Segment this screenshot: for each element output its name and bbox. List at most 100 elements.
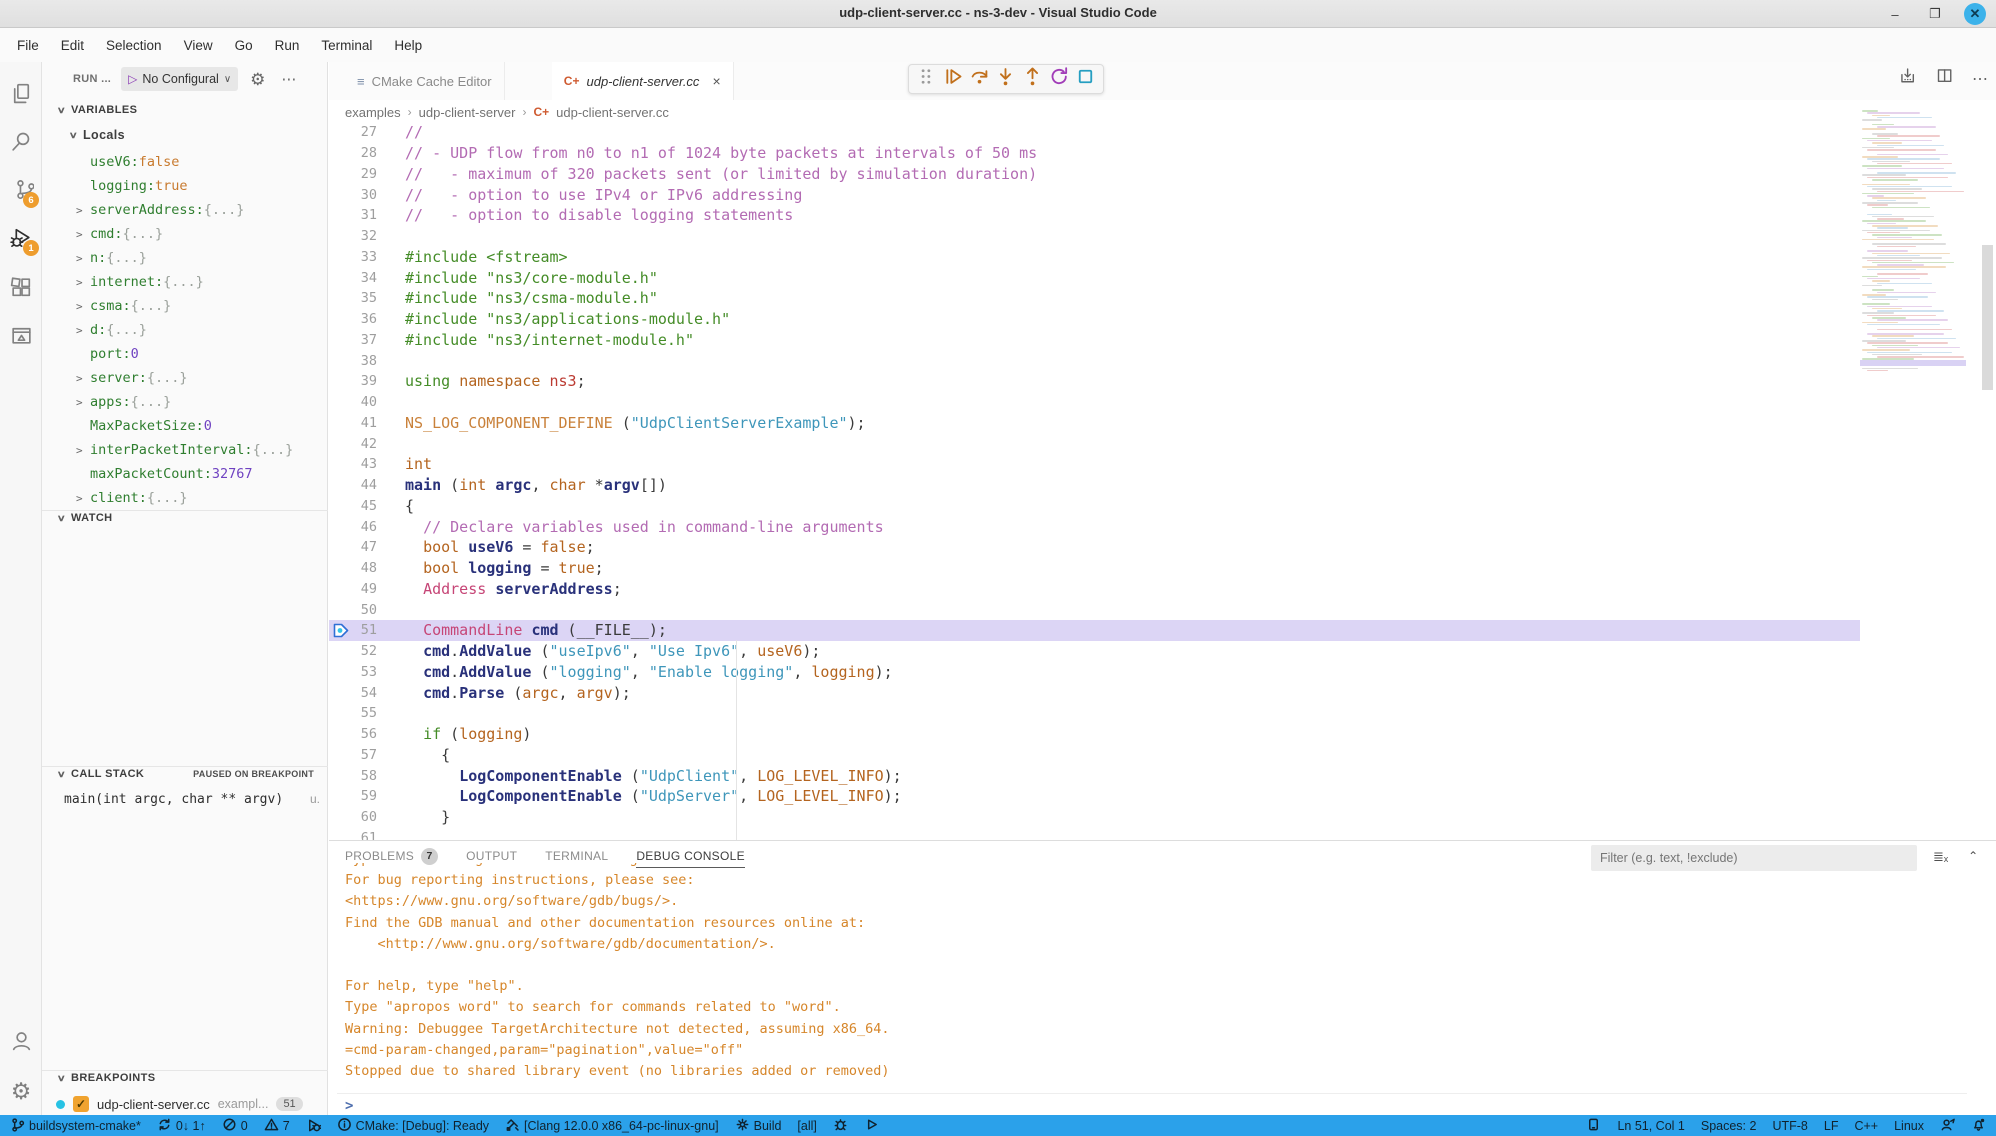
code-line[interactable]: 29// - maximum of 320 packets sent (or l… xyxy=(329,164,1860,185)
code-line[interactable]: 36#include "ns3/applications-module.h" xyxy=(329,309,1860,330)
debug-step-over-icon[interactable] xyxy=(968,65,991,93)
breadcrumb-item[interactable]: examples xyxy=(345,105,401,120)
code-line[interactable]: 39using namespace ns3; xyxy=(329,371,1860,392)
code-line[interactable]: 42 xyxy=(329,433,1860,454)
split-editor-icon[interactable] xyxy=(1935,66,1956,92)
menu-terminal[interactable]: Terminal xyxy=(310,32,383,59)
variable-row[interactable]: useV6: false xyxy=(42,150,328,174)
debug-stop-icon[interactable] xyxy=(1074,65,1097,93)
variable-row[interactable]: >d: {...} xyxy=(42,318,328,342)
variable-row[interactable]: >csma: {...} xyxy=(42,294,328,318)
line-number[interactable]: 58 xyxy=(329,768,405,784)
code-line[interactable]: 54 cmd.Parse (argc, argv); xyxy=(329,682,1860,703)
code-line[interactable]: 55 xyxy=(329,703,1860,724)
line-number[interactable]: 61 xyxy=(329,830,405,840)
code-line[interactable]: 53 cmd.AddValue ("logging", "Enable logg… xyxy=(329,662,1860,683)
line-number[interactable]: 49 xyxy=(329,581,405,597)
activity-search-icon[interactable] xyxy=(0,118,42,164)
line-number[interactable]: 55 xyxy=(329,705,405,721)
debug-step-out-icon[interactable] xyxy=(1021,65,1044,93)
line-number[interactable]: 41 xyxy=(329,415,405,431)
breakpoint-checkbox[interactable]: ✓ xyxy=(73,1096,89,1112)
line-number[interactable]: 31 xyxy=(329,207,405,223)
line-number[interactable]: 44 xyxy=(329,477,405,493)
line-number[interactable]: 54 xyxy=(329,685,405,701)
line-number[interactable]: 48 xyxy=(329,560,405,576)
stack-frame-row[interactable]: main(int argc, char ** argv) u. xyxy=(64,792,320,807)
code-line[interactable]: 48 bool logging = true; xyxy=(329,558,1860,579)
status-tools[interactable]: [Clang 12.0.0 x86_64-pc-linux-gnu] xyxy=(505,1117,719,1135)
code-line[interactable]: 35#include "ns3/csma-module.h" xyxy=(329,288,1860,309)
breakpoints-section-header[interactable]: ∨ BREAKPOINTS xyxy=(58,1072,155,1084)
status-tablet[interactable] xyxy=(1586,1117,1601,1135)
variable-row[interactable]: >interPacketInterval: {...} xyxy=(42,438,328,462)
line-number[interactable]: 53 xyxy=(329,664,405,680)
activity-explorer-icon[interactable] xyxy=(0,70,42,116)
code-line[interactable]: 37#include "ns3/internet-module.h" xyxy=(329,330,1860,351)
status-lf[interactable]: LF xyxy=(1824,1119,1839,1133)
tab-cmake-cache-editor[interactable]: ≡CMake Cache Editor xyxy=(345,62,505,100)
code-line[interactable]: 32 xyxy=(329,226,1860,247)
status-linux[interactable]: Linux xyxy=(1894,1119,1924,1133)
clear-console-icon[interactable]: ≣ₓ xyxy=(1933,849,1948,866)
tab-udp-client-server-cc[interactable]: C+udp-client-server.cc× xyxy=(552,62,734,100)
line-number[interactable]: 40 xyxy=(329,394,405,410)
minimap[interactable] xyxy=(1860,110,1966,590)
activity-source-control-icon[interactable]: 6 xyxy=(0,166,42,212)
variable-row[interactable]: >n: {...} xyxy=(42,246,328,270)
status-branch[interactable]: buildsystem-cmake* xyxy=(10,1117,141,1135)
line-number[interactable]: 37 xyxy=(329,332,405,348)
line-number[interactable]: 33 xyxy=(329,249,405,265)
status-c++[interactable]: C++ xyxy=(1854,1119,1878,1133)
code-line[interactable]: 45{ xyxy=(329,496,1860,517)
code-line[interactable]: 34#include "ns3/core-module.h" xyxy=(329,267,1860,288)
variable-row[interactable]: >apps: {...} xyxy=(42,390,328,414)
line-number[interactable]: 47 xyxy=(329,539,405,555)
line-number[interactable]: 50 xyxy=(329,602,405,618)
menu-view[interactable]: View xyxy=(173,32,224,59)
code-line[interactable]: 33#include <fstream> xyxy=(329,247,1860,268)
line-number[interactable]: 30 xyxy=(329,187,405,203)
line-number[interactable]: 46 xyxy=(329,519,405,535)
breakpoint-row[interactable]: ✓ udp-client-server.cc exampl... 51 xyxy=(56,1093,320,1115)
status-utf-8[interactable]: UTF-8 xyxy=(1772,1119,1807,1133)
variable-row[interactable]: >cmd: {...} xyxy=(42,222,328,246)
line-number[interactable]: 39 xyxy=(329,373,405,389)
line-number[interactable]: 38 xyxy=(329,353,405,369)
code-line[interactable]: 28// - UDP flow from n0 to n1 of 1024 by… xyxy=(329,143,1860,164)
activity-extensions-icon[interactable] xyxy=(0,264,42,310)
more-actions-icon[interactable]: ⋯ xyxy=(1972,69,1988,89)
code-line[interactable]: 51 CommandLine cmd (__FILE__); xyxy=(329,620,1860,641)
variable-row[interactable]: >internet: {...} xyxy=(42,270,328,294)
activity-cmake-icon[interactable] xyxy=(0,312,42,358)
line-number[interactable]: 27 xyxy=(329,124,405,140)
line-number[interactable]: 56 xyxy=(329,726,405,742)
breadcrumb-item[interactable]: udp-client-server.cc xyxy=(556,105,669,120)
line-number[interactable]: 42 xyxy=(329,436,405,452)
variable-row[interactable]: logging: true xyxy=(42,174,328,198)
status-gear[interactable]: Build xyxy=(735,1117,782,1135)
status-ln-51-col-1[interactable]: Ln 51, Col 1 xyxy=(1617,1119,1684,1133)
account-icon[interactable] xyxy=(0,1017,42,1063)
debug-restart-icon[interactable] xyxy=(1048,65,1071,93)
variable-row[interactable]: >server: {...} xyxy=(42,366,328,390)
status-sync[interactable]: 0↓ 1↑ xyxy=(157,1117,206,1135)
close-icon[interactable]: ✕ xyxy=(1964,3,1986,25)
status-info[interactable]: CMake: [Debug]: Ready xyxy=(337,1117,489,1135)
configure-gear-icon[interactable]: ⚙ xyxy=(250,71,265,88)
debug-continue-icon[interactable] xyxy=(941,65,964,93)
code-line[interactable]: 41NS_LOG_COMPONENT_DEFINE ("UdpClientSer… xyxy=(329,413,1860,434)
menu-go[interactable]: Go xyxy=(224,32,264,59)
breadcrumb-item[interactable]: udp-client-server xyxy=(419,105,516,120)
status-bug[interactable] xyxy=(833,1117,848,1135)
code-line[interactable]: 30// - option to use IPv4 or IPv6 addres… xyxy=(329,184,1860,205)
code-line[interactable]: 61 xyxy=(329,828,1860,841)
code-line[interactable]: 44main (int argc, char *argv[]) xyxy=(329,475,1860,496)
code-editor[interactable]: 27//28// - UDP flow from n0 to n1 of 102… xyxy=(329,122,1860,840)
maximize-icon[interactable]: ❐ xyxy=(1924,3,1946,25)
code-line[interactable]: 31// - option to disable logging stateme… xyxy=(329,205,1860,226)
line-number[interactable]: 52 xyxy=(329,643,405,659)
line-number[interactable]: 60 xyxy=(329,809,405,825)
line-number[interactable]: 28 xyxy=(329,145,405,161)
status-feedback[interactable] xyxy=(1940,1117,1955,1135)
